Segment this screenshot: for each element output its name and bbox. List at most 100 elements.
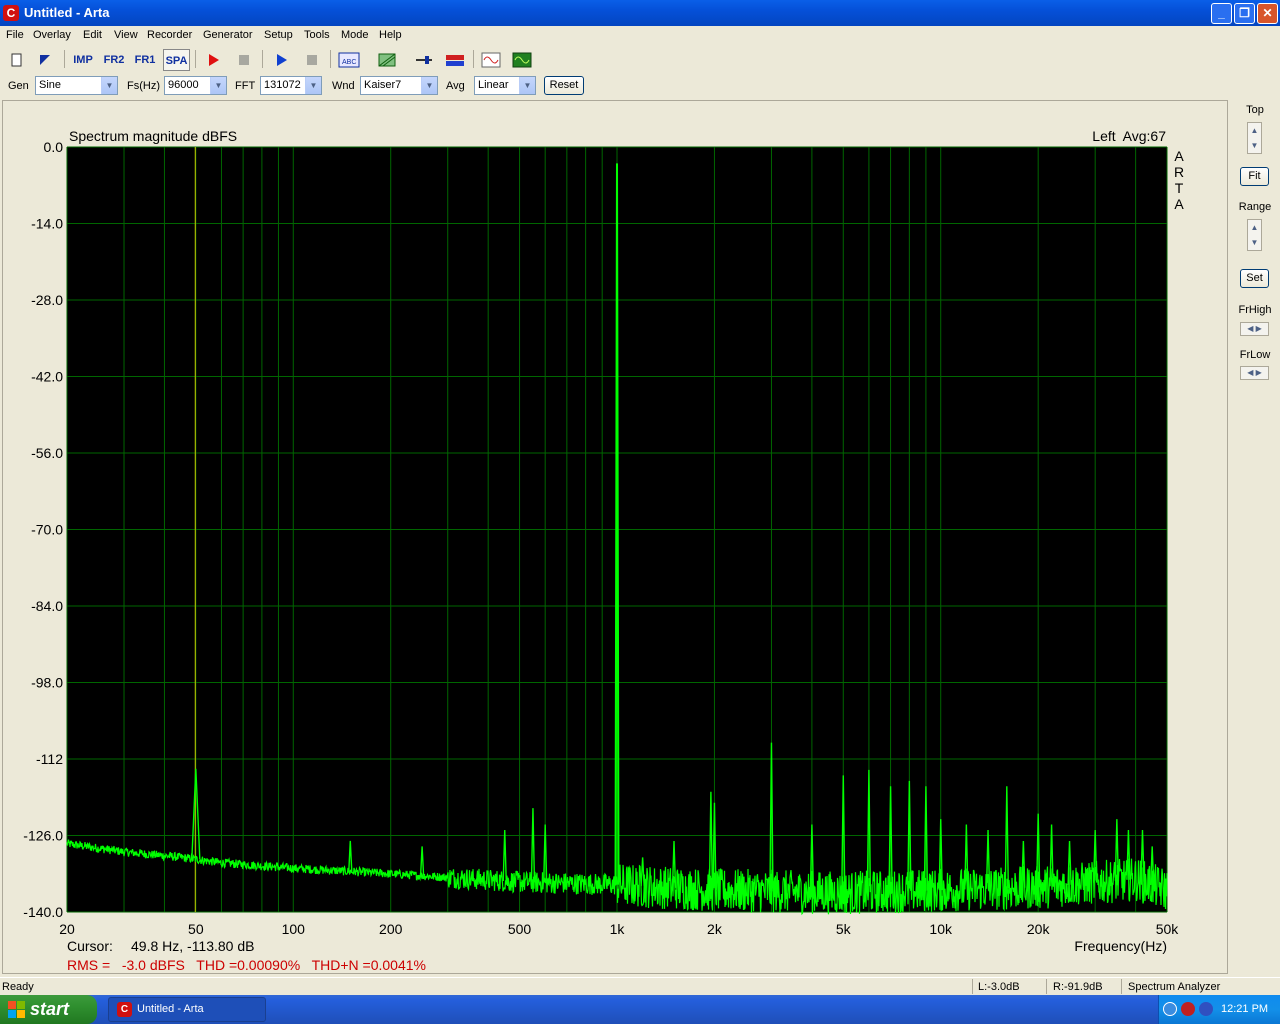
chevron-down-icon[interactable]: ▼ bbox=[1248, 235, 1261, 250]
new-icon[interactable] bbox=[5, 49, 29, 71]
watermark-letter: A bbox=[1174, 196, 1184, 212]
status-ready: Ready bbox=[2, 981, 34, 993]
x-tick-label: 2k bbox=[707, 921, 723, 937]
x-tick-label: 200 bbox=[379, 921, 403, 937]
chevron-down-icon[interactable]: ▼ bbox=[1248, 138, 1261, 153]
menu-tools[interactable]: Tools bbox=[304, 29, 330, 41]
y-tick-label: -28.0 bbox=[31, 292, 63, 308]
antivirus-icon[interactable] bbox=[1199, 1002, 1213, 1016]
open-icon[interactable] bbox=[33, 49, 57, 71]
spectrum-chart[interactable]: Spectrum magnitude dBFS Left Avg:67 ARTA… bbox=[3, 101, 1227, 973]
restore-button[interactable]: ❐ bbox=[1234, 3, 1255, 24]
taskbar-item-label: Untitled - Arta bbox=[137, 1003, 204, 1015]
watermark-letter: R bbox=[1174, 164, 1184, 180]
chevron-down-icon[interactable]: ▼ bbox=[421, 77, 437, 94]
fr1-mode-button[interactable]: FR1 bbox=[132, 49, 158, 71]
frhigh-label: FrHigh bbox=[1238, 304, 1272, 316]
set-button[interactable]: Set bbox=[1240, 269, 1269, 288]
right-control-panel: Top ▲ ▼ Fit Range ▲ ▼ Set FrHigh ◀ ▶ FrL… bbox=[1230, 100, 1280, 974]
chevron-down-icon[interactable]: ▼ bbox=[210, 77, 226, 94]
arta-watermark: ARTA bbox=[1174, 148, 1184, 212]
record-stop-icon[interactable] bbox=[232, 49, 256, 71]
x-tick-label: 100 bbox=[282, 921, 306, 937]
range-spinner[interactable]: ▲ ▼ bbox=[1247, 219, 1262, 251]
menu-bar: File Overlay Edit View Recorder Generato… bbox=[0, 26, 1280, 45]
menu-view[interactable]: View bbox=[114, 29, 138, 41]
toolbar: IMP FR2 FR1 SPA ABC bbox=[0, 46, 1280, 72]
generator-play-icon[interactable] bbox=[269, 49, 293, 71]
tray-expand-icon[interactable] bbox=[1163, 1002, 1177, 1016]
x-tick-label: 500 bbox=[508, 921, 532, 937]
chevron-down-icon[interactable]: ▼ bbox=[519, 77, 535, 94]
shield-icon[interactable] bbox=[1181, 1002, 1195, 1016]
x-tick-label: 10k bbox=[929, 921, 953, 937]
level-meter-icon[interactable] bbox=[443, 49, 467, 71]
fs-label: Fs(Hz) bbox=[127, 80, 160, 92]
scope-icon[interactable] bbox=[510, 49, 534, 71]
arta-app-icon: C bbox=[117, 1002, 132, 1017]
top-spinner[interactable]: ▲ ▼ bbox=[1247, 122, 1262, 154]
y-tick-label: -126.0 bbox=[23, 828, 63, 844]
spa-mode-button[interactable]: SPA bbox=[163, 49, 190, 71]
menu-overlay[interactable]: Overlay bbox=[33, 29, 71, 41]
fr2-mode-button[interactable]: FR2 bbox=[101, 49, 127, 71]
x-tick-label: 50 bbox=[188, 921, 204, 937]
range-label: Range bbox=[1238, 201, 1272, 213]
menu-mode[interactable]: Mode bbox=[341, 29, 369, 41]
x-axis-label: Frequency(Hz) bbox=[1074, 938, 1167, 954]
sample-rate-select[interactable]: 96000 ▼ bbox=[164, 76, 227, 95]
wnd-label: Wnd bbox=[332, 80, 355, 92]
chevron-up-icon[interactable]: ▲ bbox=[1248, 220, 1261, 235]
imp-mode-button[interactable]: IMP bbox=[70, 49, 96, 71]
chevron-down-icon[interactable]: ▼ bbox=[101, 77, 117, 94]
avg-label: Avg bbox=[446, 80, 465, 92]
x-tick-label: 20k bbox=[1027, 921, 1051, 937]
menu-edit[interactable]: Edit bbox=[83, 29, 102, 41]
record-play-icon[interactable] bbox=[201, 49, 225, 71]
clock: 12:21 PM bbox=[1221, 1003, 1269, 1015]
generator-select[interactable]: Sine ▼ bbox=[35, 76, 118, 95]
slider-icon[interactable] bbox=[412, 49, 436, 71]
status-bar: Ready L:-3.0dB R:-91.9dB Spectrum Analyz… bbox=[0, 977, 1280, 995]
menu-file[interactable]: File bbox=[6, 29, 24, 41]
taskbar: start C Untitled - Arta 12:21 PM bbox=[0, 995, 1280, 1024]
x-tick-label: 5k bbox=[836, 921, 852, 937]
y-tick-label: -42.0 bbox=[31, 369, 63, 385]
y-tick-label: -84.0 bbox=[31, 598, 63, 614]
menu-setup[interactable]: Setup bbox=[264, 29, 293, 41]
minimize-button[interactable]: _ bbox=[1211, 3, 1232, 24]
close-button[interactable]: ✕ bbox=[1257, 3, 1278, 24]
fft-size-select[interactable]: 131072 ▼ bbox=[260, 76, 322, 95]
frlow-spinner[interactable]: ◀ ▶ bbox=[1240, 366, 1269, 380]
watermark-letter: T bbox=[1175, 180, 1184, 196]
fit-button[interactable]: Fit bbox=[1240, 167, 1269, 186]
arta-app-icon[interactable]: C bbox=[3, 5, 19, 21]
x-tick-labels: 20 50 100 200 500 1k 2k 5k 10k 20k 50k bbox=[59, 921, 1179, 937]
generator-stop-icon[interactable] bbox=[300, 49, 324, 71]
chevron-down-icon[interactable]: ▼ bbox=[305, 77, 321, 94]
generator-select-value: Sine bbox=[39, 79, 62, 91]
windows-flag-icon bbox=[8, 1001, 25, 1018]
sine-wave-icon[interactable] bbox=[479, 49, 503, 71]
svg-text:ABC: ABC bbox=[342, 59, 356, 66]
status-left-level: L:-3.0dB bbox=[978, 981, 1020, 993]
grid-pattern-icon[interactable] bbox=[375, 49, 399, 71]
averaging-select[interactable]: Linear ▼ bbox=[474, 76, 536, 95]
abc-icon[interactable]: ABC bbox=[337, 49, 361, 71]
menu-generator[interactable]: Generator bbox=[203, 29, 253, 41]
taskbar-item-arta[interactable]: C Untitled - Arta bbox=[108, 997, 266, 1022]
start-button[interactable]: start bbox=[0, 995, 97, 1024]
x-tick-label: 50k bbox=[1156, 921, 1180, 937]
frlow-label: FrLow bbox=[1239, 349, 1271, 361]
frhigh-spinner[interactable]: ◀ ▶ bbox=[1240, 322, 1269, 336]
menu-help[interactable]: Help bbox=[379, 29, 402, 41]
cursor-label: Cursor: bbox=[67, 938, 113, 954]
reset-button[interactable]: Reset bbox=[544, 76, 584, 95]
chevron-up-icon[interactable]: ▲ bbox=[1248, 123, 1261, 138]
window-select-value: Kaiser7 bbox=[364, 79, 402, 91]
window-select[interactable]: Kaiser7 ▼ bbox=[360, 76, 438, 95]
fft-label: FFT bbox=[235, 80, 256, 92]
averaging-select-value: Linear bbox=[478, 79, 509, 91]
y-tick-label: 0.0 bbox=[44, 139, 64, 155]
menu-recorder[interactable]: Recorder bbox=[147, 29, 192, 41]
